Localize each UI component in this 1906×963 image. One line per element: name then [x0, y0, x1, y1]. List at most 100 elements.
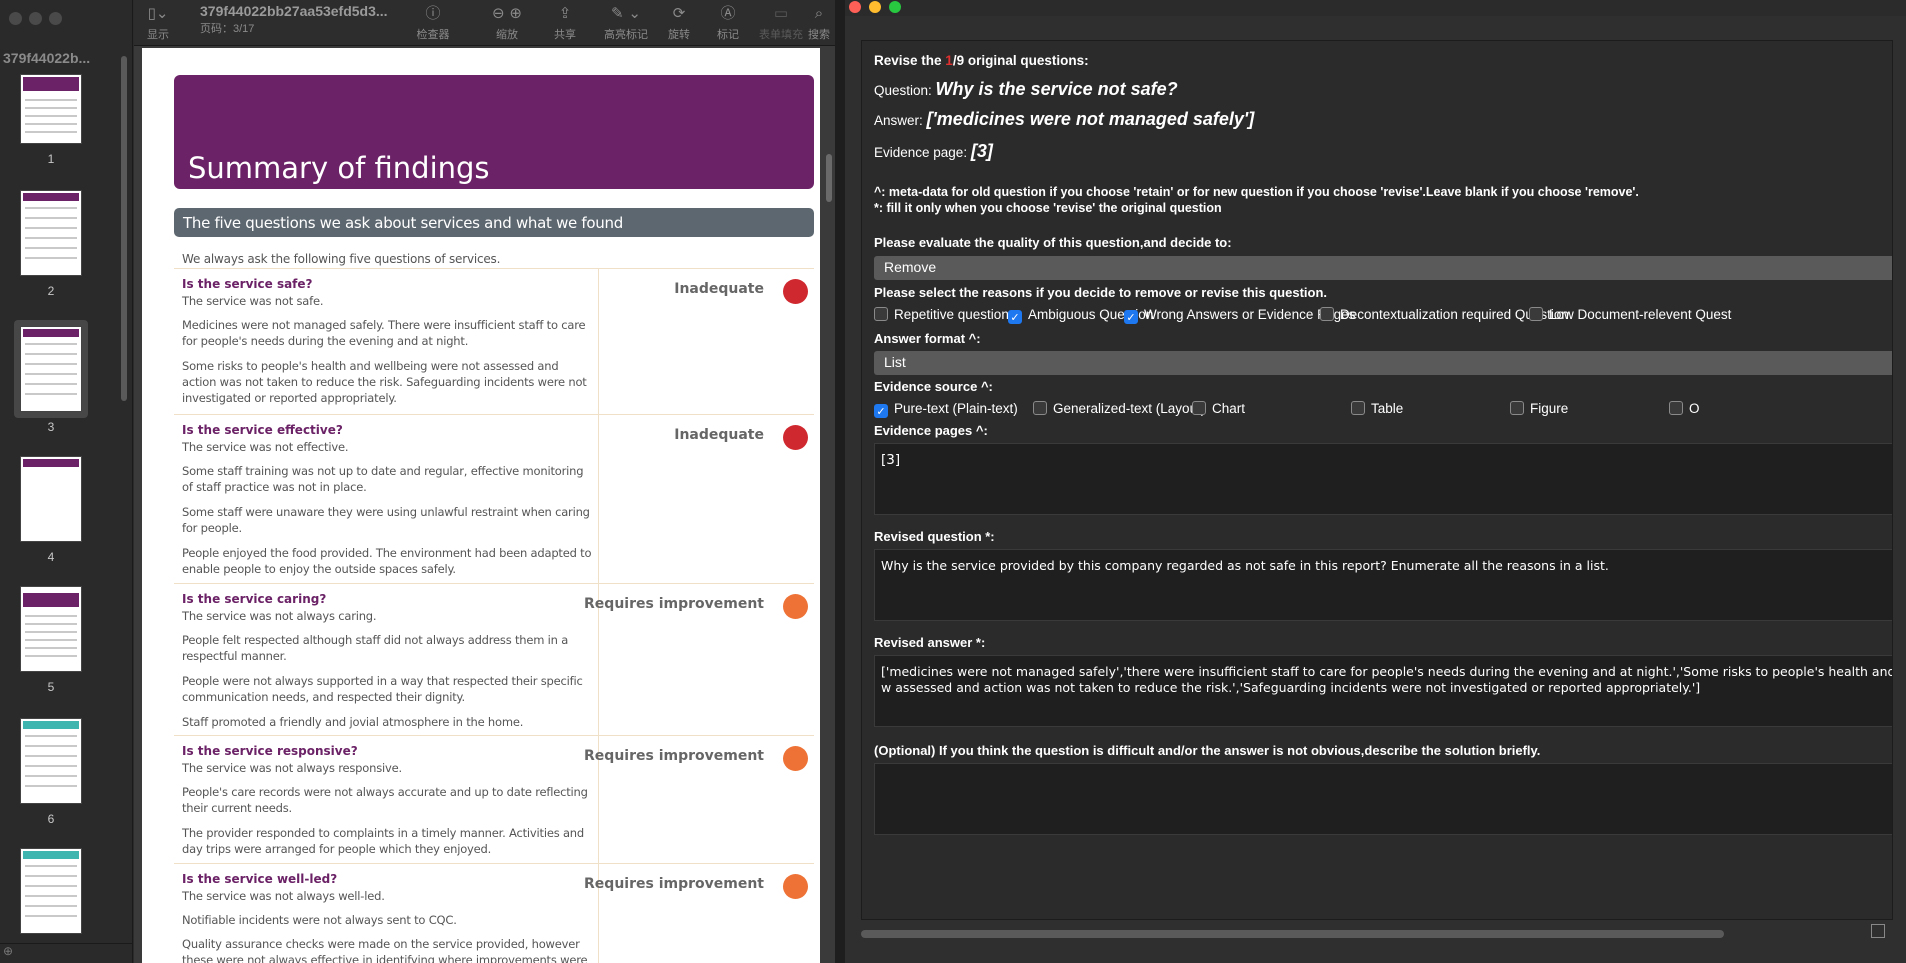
finding-section-well-led: Is the service well-led? The service was… [174, 863, 814, 963]
checkbox[interactable] [1510, 401, 1524, 415]
minimize-window-button[interactable] [29, 12, 42, 25]
pdf-content-area: Summary of findings The five questions w… [134, 46, 835, 963]
source-table-checkbox[interactable]: Table [1351, 401, 1403, 416]
pdf-page: Summary of findings The five questions w… [142, 48, 820, 963]
sidebar-header [0, 0, 133, 46]
checkbox[interactable] [1669, 401, 1683, 415]
checkbox[interactable] [1320, 307, 1334, 321]
evidence-pages-input[interactable]: [3] [874, 443, 1892, 515]
source-pure-text-checkbox[interactable]: ✓ Pure-text (Plain-text) [874, 401, 1018, 418]
source-generalized-text-checkbox[interactable]: Generalized-text (Layout) [1033, 401, 1205, 416]
finding-paragraph: Quality assurance checks were made on th… [182, 937, 588, 963]
zoom-window-button[interactable] [889, 1, 901, 13]
resize-handle[interactable] [1871, 924, 1885, 938]
summary-title: Summary of findings [188, 151, 490, 185]
finding-paragraph: People's care records were not always ac… [182, 785, 588, 815]
checkbox[interactable] [1033, 401, 1047, 415]
markup-button[interactable]: Ⓐ 标记 [700, 4, 756, 42]
decision-select[interactable]: Remove [874, 256, 1892, 280]
checkbox[interactable] [1351, 401, 1365, 415]
pdf-scrollbar[interactable] [826, 154, 832, 202]
checkbox[interactable] [1529, 307, 1543, 321]
sidebar-document-name: 379f44022b... [3, 50, 91, 66]
checkbox-checked[interactable]: ✓ [874, 404, 888, 418]
share-icon: ⇪ [558, 4, 572, 22]
evidence-pages-label: Evidence pages ^: [874, 423, 988, 438]
rating-dot [783, 594, 808, 619]
finding-paragraph: Some staff were unaware they were using … [182, 505, 590, 535]
source-chart-checkbox[interactable]: Chart [1192, 401, 1245, 416]
share-button[interactable]: ⇪ 共享 [537, 4, 593, 42]
display-button[interactable]: ▯⌄ 显示 [130, 4, 186, 42]
finding-section-responsive: Is the service responsive? The service w… [174, 735, 814, 863]
intro-text: We always ask the following five questio… [182, 252, 501, 266]
rating-label: Requires improvement [584, 876, 764, 892]
page-thumbnail-5[interactable] [20, 586, 82, 672]
page-thumbnail-4[interactable] [20, 456, 82, 542]
question-value: Why is the service not safe? [935, 79, 1178, 99]
source-other-checkbox[interactable]: O [1669, 401, 1700, 416]
form-horizontal-scrollbar[interactable] [861, 930, 1724, 938]
summary-banner: Summary of findings [174, 75, 814, 189]
answer-format-select[interactable]: List [874, 351, 1892, 375]
optional-solution-input[interactable] [874, 763, 1892, 835]
finding-paragraph: Notifiable incidents were not always sen… [182, 913, 457, 927]
revised-question-input[interactable]: Why is the service provided by this comp… [874, 549, 1892, 621]
close-window-button[interactable] [9, 12, 22, 25]
close-window-button[interactable] [849, 1, 861, 13]
revised-answer-input[interactable]: ['medicines were not managed safely','th… [874, 655, 1892, 727]
viewer-toolbar: ▯⌄ 显示 379f44022bb27aa53efd5d3... 页码：3/17… [134, 0, 835, 46]
checkbox-checked[interactable]: ✓ [1008, 310, 1022, 324]
minimize-window-button[interactable] [869, 1, 881, 13]
page-thumbnail-2[interactable] [20, 190, 82, 276]
rating-label: Inadequate [674, 281, 764, 297]
inspector-button[interactable]: ⓘ 检查器 [405, 4, 461, 42]
original-question: Question: Why is the service not safe? [874, 79, 1178, 99]
form-body: Revise the 1/9 original questions: Quest… [861, 40, 1893, 920]
checkbox-checked[interactable]: ✓ [1124, 310, 1138, 324]
page-thumbnail-7[interactable] [20, 848, 82, 934]
thumbnail-label-2: 2 [47, 284, 55, 298]
rating-dot [783, 874, 808, 899]
thumbnail-label-5: 5 [47, 680, 55, 694]
finding-paragraph: The service was not always responsive. [182, 761, 402, 775]
zoom-button[interactable]: ⊖ ⊕ 缩放 [472, 4, 542, 42]
reason-low-relevance-checkbox[interactable]: Low Document-relevent Quest [1529, 307, 1731, 322]
finding-question: Is the service responsive? [182, 744, 358, 758]
finding-paragraph: Medicines were not managed safely. There… [182, 318, 586, 348]
finding-paragraph: The service was not always caring. [182, 609, 377, 623]
finding-paragraph: Some risks to people's health and wellbe… [182, 359, 587, 405]
finding-section-effective: Is the service effective? The service wa… [174, 414, 814, 584]
finding-paragraph: The service was not safe. [182, 294, 324, 308]
rating-dot [783, 279, 808, 304]
source-figure-checkbox[interactable]: Figure [1510, 401, 1568, 416]
finding-paragraph: Staff promoted a friendly and jovial atm… [182, 715, 524, 729]
document-title: 379f44022bb27aa53efd5d3... [200, 3, 388, 19]
rotate-icon: ⟳ [672, 4, 686, 22]
revised-question-label: Revised question *: [874, 529, 995, 544]
checkbox[interactable] [874, 307, 888, 321]
zoom-window-button[interactable] [49, 12, 62, 25]
note-revise: *: fill it only when you choose 'revise'… [874, 201, 1222, 215]
rating-dot [783, 746, 808, 771]
page-thumbnail-3[interactable] [20, 326, 82, 412]
original-answer: Answer: ['medicines were not managed saf… [874, 109, 1255, 129]
search-button[interactable]: ⌕ 搜索 [799, 4, 839, 42]
sidebar-scrollbar[interactable] [121, 56, 127, 401]
rating-label: Inadequate [674, 427, 764, 443]
question-index: 1 [945, 53, 953, 68]
markup-icon: Ⓐ [720, 4, 736, 22]
thumbnail-label-1: 1 [47, 152, 55, 166]
sidebar-footer: ⊕ [0, 943, 132, 963]
info-icon: ⓘ [425, 4, 441, 22]
page-indicator: 页码：3/17 [200, 23, 255, 35]
checkbox[interactable] [1192, 401, 1206, 415]
rotate-button[interactable]: ⟳ 旋转 [651, 4, 707, 42]
questions-section-bar: The five questions we ask about services… [174, 208, 814, 237]
add-page-icon[interactable]: ⊕ [3, 944, 13, 958]
page-thumbnail-6[interactable] [20, 718, 82, 804]
page-thumbnail-1[interactable] [20, 74, 82, 144]
rating-dot [783, 425, 808, 450]
reason-repetitive-checkbox[interactable]: Repetitive question [874, 307, 1009, 322]
evaluate-label: Please evaluate the quality of this ques… [874, 235, 1232, 250]
